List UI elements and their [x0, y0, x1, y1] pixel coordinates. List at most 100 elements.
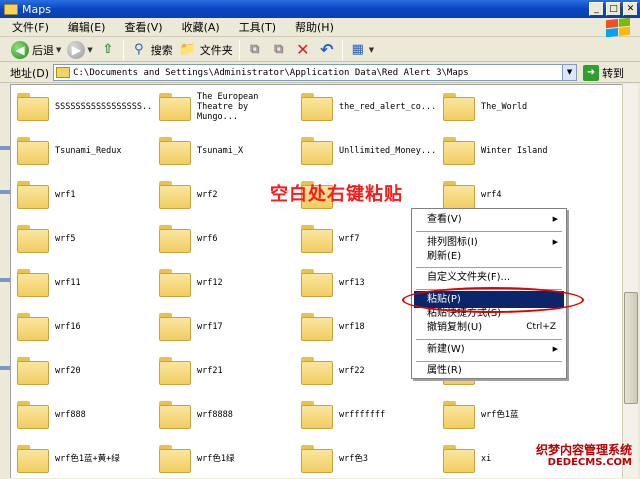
menu-item-label: 刷新(E) — [427, 251, 462, 262]
menu-divider — [416, 267, 562, 268]
folder-item[interactable]: wrf20 — [11, 351, 153, 391]
views-icon: ▦ — [351, 42, 364, 57]
folder-item[interactable]: wrf12 — [153, 263, 295, 303]
menu-properties[interactable]: 属性(R) — [414, 362, 564, 379]
folder-item[interactable]: wrf色1蓝+黄+绿 — [11, 439, 153, 479]
go-arrow-icon: ➜ — [583, 64, 600, 81]
folder-icon — [159, 181, 191, 209]
address-field[interactable]: C:\Documents and Settings\Administrator\… — [53, 64, 578, 81]
folder-item[interactable]: SSSSSSSSSSSSSSSSS... — [11, 87, 153, 127]
folder-item[interactable]: Tsunami_Redux — [11, 131, 153, 171]
title-bar[interactable]: Maps _ □ ✕ — [0, 0, 640, 18]
folder-icon — [17, 225, 49, 253]
folder-item[interactable]: wrf21 — [153, 351, 295, 391]
toolbar-divider — [238, 39, 240, 60]
folder-name: Unllimited_Money... — [339, 146, 435, 156]
address-path[interactable]: C:\Documents and Settings\Administrator\… — [73, 68, 469, 78]
move-to-button[interactable]: ⧉ — [243, 39, 267, 61]
folder-item[interactable]: wrfffffff — [295, 395, 437, 435]
chevron-down-icon[interactable]: ▼ — [562, 65, 577, 80]
vertical-scrollbar[interactable] — [622, 84, 638, 478]
folder-icon — [443, 181, 475, 209]
menu-view-submenu[interactable]: 查看(V) ▶ — [414, 211, 564, 228]
menu-undo-copy[interactable]: 撤销复制(U) Ctrl+Z — [414, 319, 564, 336]
folder-name: The European Theatre by Mungo... — [197, 92, 259, 122]
menu-customize-folder[interactable]: 自定义文件夹(F)... — [414, 269, 564, 286]
folder-item[interactable]: wrf17 — [153, 307, 295, 347]
folder-item[interactable]: wrf11 — [11, 263, 153, 303]
folder-item[interactable]: the_red_alert_co... — [295, 87, 437, 127]
folder-icon — [56, 67, 71, 78]
up-button[interactable]: ⇧ — [96, 39, 120, 61]
menu-view[interactable]: 查看(V) — [112, 18, 169, 37]
folder-icon — [159, 93, 191, 121]
folder-item[interactable]: Unllimited_Money... — [295, 131, 437, 171]
scrollbar-thumb[interactable] — [624, 292, 638, 404]
chevron-down-icon[interactable]: ▼ — [56, 46, 61, 54]
folder-item[interactable]: wrf色1蓝 — [437, 395, 579, 435]
folder-item[interactable]: wrf1 — [11, 175, 153, 215]
toolbar: ◀ 后退 ▼ ▶ ▼ ⇧ ⚲ 搜索 📁 文件夹 ⧉ ⧉ ✕ ↶ ▦ ▼ — [0, 38, 640, 62]
folder-icon — [301, 313, 333, 341]
folders-button[interactable]: 📁 文件夹 — [176, 39, 236, 61]
folder-icon — [159, 313, 191, 341]
folder-icon — [17, 181, 49, 209]
undo-icon: ↶ — [320, 40, 334, 59]
folder-icon — [301, 357, 333, 385]
folder-icon — [443, 137, 475, 165]
menu-shortcut: Ctrl+Z — [526, 322, 556, 332]
menu-refresh[interactable]: 刷新(E) — [414, 248, 564, 265]
go-button[interactable]: ➜ 转到 — [583, 64, 624, 81]
menu-item-label: 查看(V) — [427, 214, 462, 225]
folder-item[interactable]: wrf色1绿 — [153, 439, 295, 479]
folder-icon — [301, 93, 333, 121]
folder-item[interactable]: wrf5 — [11, 219, 153, 259]
folder-icon — [159, 225, 191, 253]
menu-help[interactable]: 帮助(H) — [283, 18, 341, 37]
folder-name: wrf12 — [197, 278, 223, 288]
folder-icon — [301, 225, 333, 253]
folder-name: wrfffffff — [339, 410, 386, 420]
delete-button[interactable]: ✕ — [291, 39, 315, 61]
minimize-button[interactable]: _ — [589, 2, 604, 16]
search-button[interactable]: ⚲ 搜索 — [127, 39, 176, 61]
watermark-line1: 织梦内容管理系统 — [535, 443, 632, 457]
folder-item[interactable]: The_World — [437, 87, 579, 127]
folder-item[interactable]: wrf色3 — [295, 439, 437, 479]
menu-bar: 文件(F) 编辑(E) 查看(V) 收藏(A) 工具(T) 帮助(H) — [0, 18, 640, 37]
menu-divider — [416, 231, 562, 232]
folder-item[interactable]: wrf888 — [11, 395, 153, 435]
undo-button[interactable]: ↶ — [315, 39, 339, 61]
chevron-down-icon[interactable]: ▼ — [369, 46, 374, 54]
maximize-button[interactable]: □ — [606, 2, 621, 16]
forward-button[interactable]: ▶ ▼ — [64, 39, 95, 61]
folder-item[interactable]: Winter Island — [437, 131, 579, 171]
back-button[interactable]: ◀ 后退 ▼ — [8, 39, 64, 61]
copy-to-icon: ⧉ — [274, 42, 284, 57]
back-arrow-icon: ◀ — [11, 40, 29, 59]
address-label: 地址(D) — [10, 66, 50, 80]
folder-up-icon: ⇧ — [102, 42, 114, 57]
instruction-annotation: 空白处右键粘贴 — [270, 184, 403, 205]
menu-edit[interactable]: 编辑(E) — [56, 18, 113, 37]
folder-item[interactable]: wrf16 — [11, 307, 153, 347]
close-button[interactable]: ✕ — [623, 2, 638, 16]
chevron-down-icon[interactable]: ▼ — [87, 46, 92, 54]
folder-icon — [17, 313, 49, 341]
folder-item[interactable]: Tsunami_X — [153, 131, 295, 171]
folder-item[interactable]: The European Theatre by Mungo... — [153, 87, 295, 127]
menu-file[interactable]: 文件(F) — [0, 18, 56, 37]
folder-name: wrf1 — [55, 190, 76, 200]
folder-icon — [301, 445, 333, 473]
menu-new[interactable]: 新建(W) ▶ — [414, 341, 564, 358]
views-button[interactable]: ▦ ▼ — [346, 39, 377, 61]
folder-icon — [443, 93, 475, 121]
menu-item-label: 属性(R) — [427, 365, 462, 376]
copy-to-button[interactable]: ⧉ — [267, 39, 291, 61]
folder-item[interactable]: wrf6 — [153, 219, 295, 259]
menu-tools[interactable]: 工具(T) — [227, 18, 283, 37]
menu-favorites[interactable]: 收藏(A) — [170, 18, 227, 37]
submenu-arrow-icon: ▶ — [552, 215, 558, 223]
folder-icon — [443, 445, 475, 473]
folder-item[interactable]: wrf8888 — [153, 395, 295, 435]
